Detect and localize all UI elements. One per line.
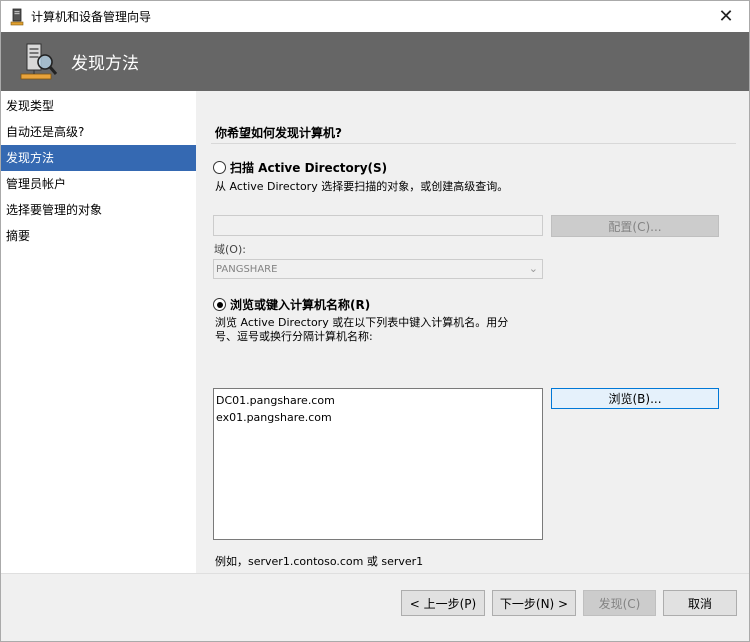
sidebar-item-label: 自动还是高级? [6,125,85,139]
sidebar-item-summary[interactable]: 摘要 [1,223,196,249]
ad-query-field [213,215,543,236]
page-title: 发现方法 [71,54,139,74]
wizard-window: 计算机和设备管理向导 ✕ 发现方法 发现类型 自动还是高级? 发现方法 管理员帐… [0,0,750,642]
scan-ad-radio[interactable] [213,161,226,174]
browse-radio-option[interactable]: 浏览或键入计算机名称(R) [213,296,370,313]
scan-ad-label: 扫描 Active Directory(S) [230,161,388,175]
sidebar-item-admin-account[interactable]: 管理员帐户 [1,171,196,197]
computer-name-entry: ex01.pangshare.com [216,411,332,424]
browse-radio[interactable] [213,298,226,311]
close-icon: ✕ [718,6,734,27]
browse-button[interactable]: 浏览(B)... [551,388,719,409]
scan-ad-description: 从 Active Directory 选择要扫描的对象，或创建高级查询。 [215,180,509,193]
next-button[interactable]: 下一步(N) > [492,590,576,616]
cancel-button[interactable]: 取消 [663,590,737,616]
chevron-down-icon: ⌄ [528,262,538,275]
browse-label: 浏览或键入计算机名称(R) [230,298,371,312]
sidebar-item-label: 摘要 [6,229,31,243]
sidebar-item-label: 管理员帐户 [6,177,67,191]
window-title: 计算机和设备管理向导 [31,10,152,24]
configure-button-label: 配置(C)... [608,219,662,234]
discover-button: 发现(C) [583,590,656,616]
header-banner: 发现方法 [1,32,749,91]
computer-tower-magnifier-icon [20,43,58,79]
domain-label: 域(O): [214,243,246,256]
browse-button-label: 浏览(B)... [608,392,662,406]
domain-select: PANGSHARE ⌄ [213,259,543,279]
sidebar-item-label: 发现类型 [6,99,55,113]
discover-button-label: 发现(C) [598,596,641,611]
computer-tower-icon [10,8,24,25]
back-button-label: < 上一步(P) [409,596,477,611]
wizard-footer: < 上一步(P) 下一步(N) > 发现(C) 取消 [1,573,749,641]
sidebar-item-label: 发现方法 [6,151,55,165]
configure-button: 配置(C)... [551,215,719,237]
sidebar-item-auto-or-advanced[interactable]: 自动还是高级? [1,119,196,145]
computer-name-entry: DC01.pangshare.com [216,394,335,407]
title-bar: 计算机和设备管理向导 ✕ [1,1,749,32]
close-button[interactable]: ✕ [703,1,749,32]
domain-value: PANGSHARE [216,263,278,275]
wizard-content: 你希望如何发现计算机? 扫描 Active Directory(S) 从 Act… [196,91,749,573]
example-text: 例如，server1.contoso.com 或 server1 [215,555,424,568]
back-button[interactable]: < 上一步(P) [401,590,485,616]
wizard-steps-sidebar: 发现类型 自动还是高级? 发现方法 管理员帐户 选择要管理的对象 摘要 [1,91,196,573]
scan-ad-radio-option[interactable]: 扫描 Active Directory(S) [213,159,387,176]
browse-description-line2: 号、逗号或换行分隔计算机名称: [215,330,373,343]
question-heading: 你希望如何发现计算机? [215,126,342,140]
computer-names-textarea[interactable]: DC01.pangshare.com ex01.pangshare.com [213,388,543,540]
sidebar-item-discovery-type[interactable]: 发现类型 [1,93,196,119]
separator [211,143,736,144]
next-button-label: 下一步(N) > [499,596,569,611]
cancel-button-label: 取消 [687,596,712,611]
sidebar-item-discovery-method[interactable]: 发现方法 [1,145,196,171]
sidebar-item-select-objects[interactable]: 选择要管理的对象 [1,197,196,223]
sidebar-item-label: 选择要管理的对象 [6,203,103,217]
